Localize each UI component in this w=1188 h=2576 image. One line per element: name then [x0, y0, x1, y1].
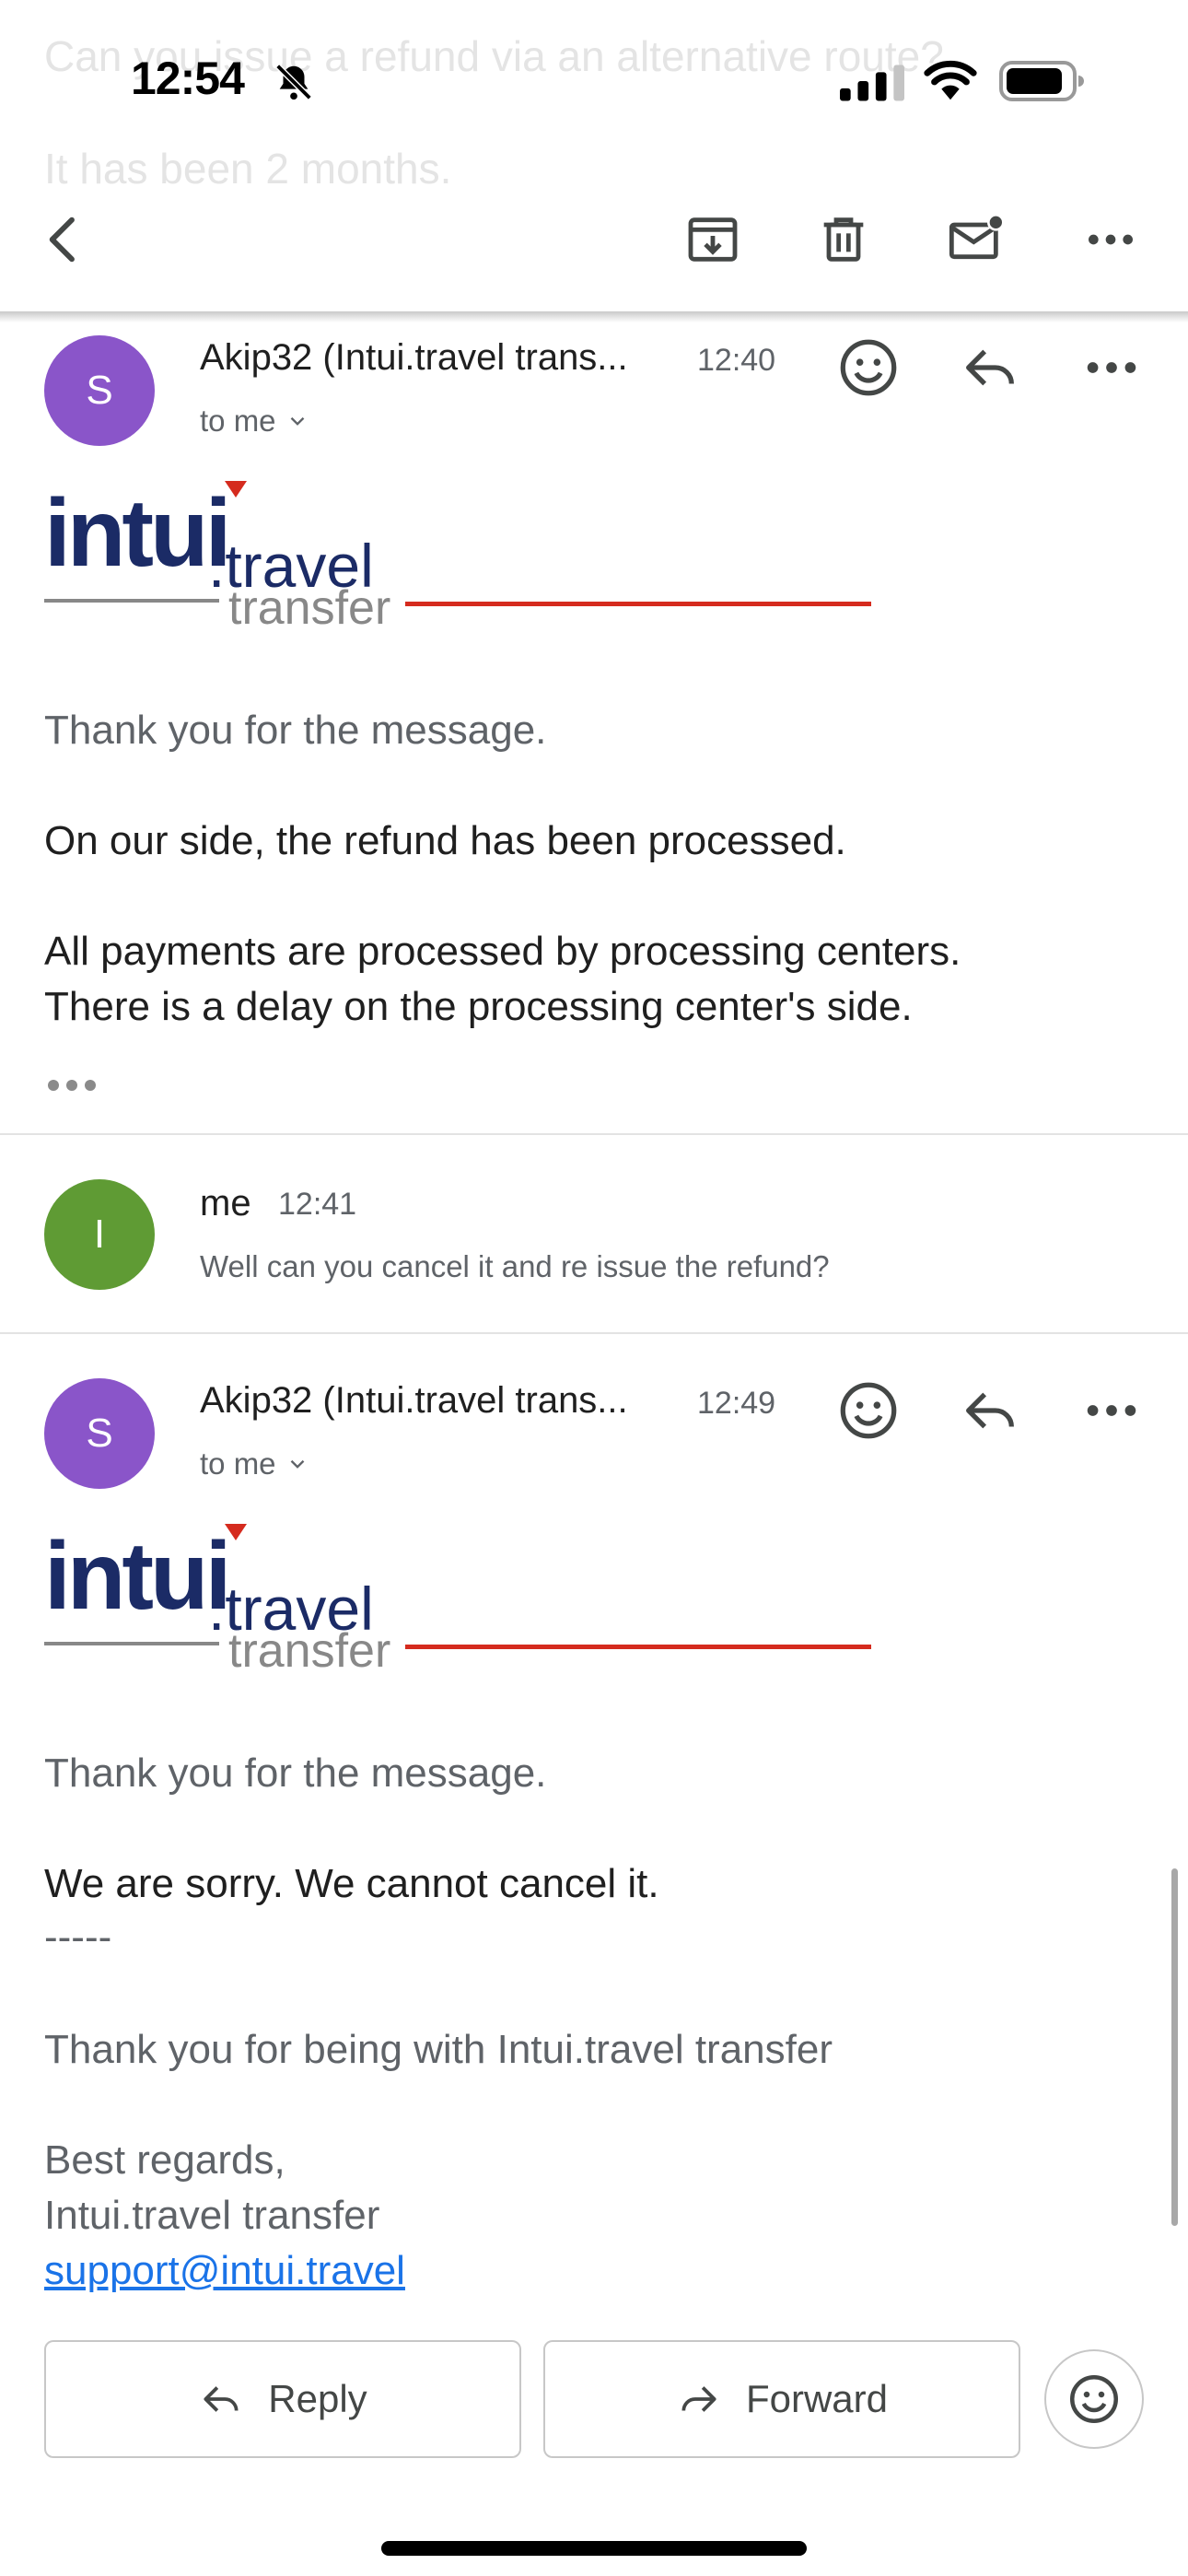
message-snippet: Well can you cancel it and re issue the …: [200, 1249, 830, 1283]
more-icon[interactable]: [1079, 1378, 1144, 1443]
signature-text: Intui.travel transfer: [44, 2193, 380, 2238]
mark-unread-icon[interactable]: [947, 210, 1006, 269]
intui-travel-logo: intui .travel transfer: [44, 1522, 873, 1688]
battery-icon: [999, 61, 1084, 101]
body-text: All payments are processed by processing…: [44, 929, 961, 974]
emoji-icon[interactable]: [836, 335, 901, 400]
body-text: On our side, the refund has been process…: [44, 818, 846, 863]
avatar: S: [44, 1378, 155, 1489]
recipient-details[interactable]: to me: [200, 404, 309, 439]
forward-icon: [681, 2386, 716, 2412]
recipient-details[interactable]: to me: [200, 1446, 309, 1481]
status-time: 12:54: [131, 53, 245, 104]
chevron-down-icon: [290, 416, 304, 426]
trash-icon[interactable]: [814, 210, 873, 269]
forward-button-label: Forward: [745, 2377, 889, 2420]
more-icon[interactable]: [1079, 335, 1144, 400]
reply-button[interactable]: Reply: [44, 2340, 521, 2458]
body-text: We are sorry. We cannot cancel it.: [44, 1861, 659, 1906]
sender-name[interactable]: Akip32 (Intui.travel trans...: [200, 1380, 628, 1422]
avatar-letter: I: [93, 1212, 106, 1257]
avatar-letter: S: [86, 1411, 113, 1456]
body-text: There is a delay on the processing cente…: [44, 984, 913, 1029]
sender-name: me: [200, 1183, 251, 1224]
forward-button[interactable]: Forward: [543, 2340, 1020, 2458]
sign-off-text: Best regards,: [44, 2137, 285, 2183]
back-icon[interactable]: [35, 210, 94, 269]
emoji-icon[interactable]: [836, 1378, 901, 1443]
greeting-text: Thank you for the message.: [44, 1751, 547, 1796]
recipient-label: to me: [200, 404, 276, 438]
avatar: S: [44, 335, 155, 446]
support-email-link[interactable]: support@intui.travel: [44, 2248, 405, 2294]
separator-text: -----: [44, 1914, 112, 1960]
message-time: 12:49: [697, 1386, 776, 1421]
divider: [0, 1332, 1188, 1334]
recipient-label: to me: [200, 1446, 276, 1481]
signal-icon: [840, 64, 904, 101]
more-icon[interactable]: [1081, 210, 1140, 269]
greeting-text: Thank you for the message.: [44, 708, 547, 753]
chevron-down-icon: [290, 1459, 304, 1469]
reply-icon: [204, 2386, 239, 2412]
bell-slash-icon: [275, 64, 312, 100]
emoji-reaction-button[interactable]: [1044, 2349, 1144, 2449]
archive-icon[interactable]: [683, 210, 742, 269]
thanks-text: Thank you for being with Intui.travel tr…: [44, 2027, 833, 2072]
reply-button-label: Reply: [268, 2377, 367, 2420]
wifi-icon: [924, 60, 977, 100]
sender-name[interactable]: Akip32 (Intui.travel trans...: [200, 337, 628, 379]
avatar-letter: S: [86, 368, 113, 413]
home-indicator[interactable]: [381, 2541, 807, 2556]
emoji-icon: [1070, 2375, 1118, 2423]
collapsed-message[interactable]: [0, 1135, 1188, 1332]
message-time: 12:41: [278, 1187, 357, 1222]
avatar: I: [44, 1179, 155, 1290]
scrollbar[interactable]: [1171, 1868, 1178, 2226]
reply-icon[interactable]: [958, 335, 1022, 400]
toolbar-shadow: [0, 311, 1188, 322]
background-body-line: It has been 2 months.: [44, 145, 452, 193]
message-time: 12:40: [697, 343, 776, 378]
show-trimmed-content-icon[interactable]: [44, 1074, 99, 1096]
reply-icon[interactable]: [958, 1378, 1022, 1443]
intui-travel-logo: intui .travel transfer: [44, 479, 873, 645]
